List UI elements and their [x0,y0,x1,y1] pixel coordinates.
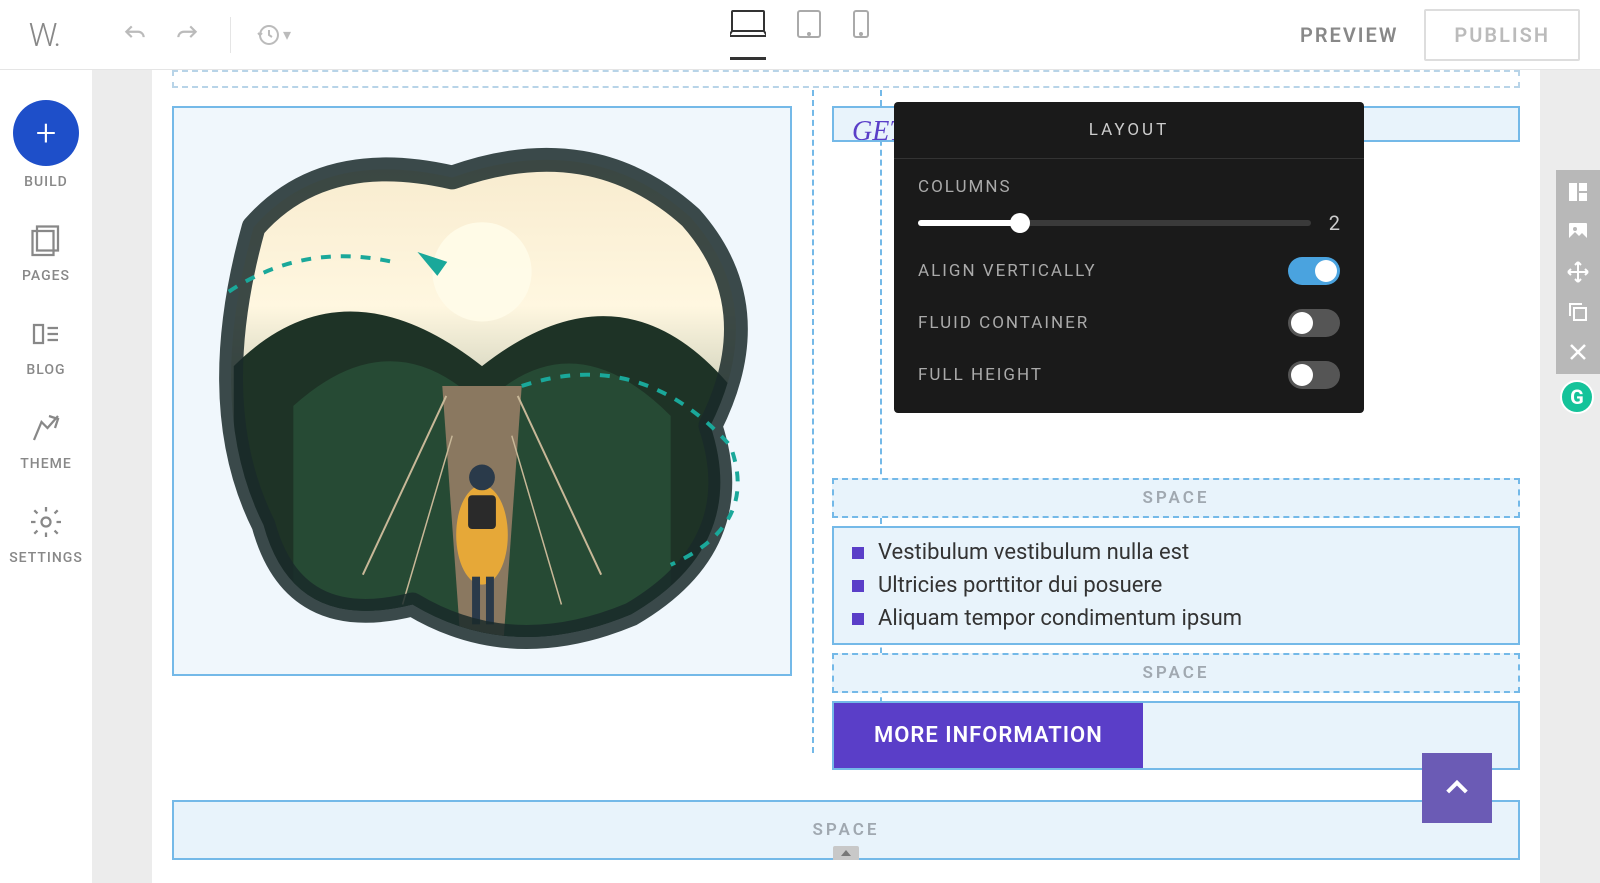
bullet-icon [852,580,864,592]
sidebar-settings[interactable]: SETTINGS [9,502,83,566]
spacer-element[interactable]: SPACE [832,653,1520,693]
sidebar-blog[interactable]: BLOG [26,314,66,378]
canvas-area: GET TO KNOW ME SPACE Vestibulum vestibul… [92,70,1600,883]
space-label: SPACE [852,663,1500,683]
align-vertically-label: ALIGN VERTICALLY [918,261,1097,281]
divider [230,17,231,53]
section-outline[interactable] [172,70,1520,88]
list-element[interactable]: Vestibulum vestibulum nulla est Ultricie… [832,526,1520,645]
list-item: Aliquam tempor condimentum ipsum [852,602,1500,635]
button-element[interactable]: MORE INFORMATION [832,701,1520,770]
fluid-container-label: FLUID CONTAINER [918,313,1089,333]
close-icon[interactable] [1566,340,1590,364]
hero-image-element[interactable] [172,106,792,676]
element-mini-toolbar [1556,170,1600,374]
scroll-to-top-button[interactable] [1422,753,1492,823]
publish-button[interactable]: PUBLISH [1424,9,1580,61]
top-toolbar: W. ▾ PREVIEW PUBLISH [0,0,1600,70]
sidebar-pages[interactable]: PAGES [22,220,70,284]
image-icon[interactable] [1566,220,1590,244]
blog-icon [26,314,66,354]
redo-icon[interactable] [170,18,204,52]
more-info-button[interactable]: MORE INFORMATION [834,703,1143,768]
list-item: Ultricies porttitor dui posuere [852,569,1500,602]
full-height-toggle[interactable] [1288,361,1340,389]
spacer-element-full[interactable]: SPACE [172,800,1520,860]
grammarly-icon[interactable]: G [1560,380,1594,414]
device-switcher [730,9,870,60]
fluid-container-toggle[interactable] [1288,309,1340,337]
move-icon[interactable] [1566,260,1590,284]
spacer-element[interactable]: SPACE [832,478,1520,518]
device-desktop-icon[interactable] [730,9,766,60]
layout-icon[interactable] [1566,180,1590,204]
logo[interactable]: W. [20,11,68,59]
align-vertically-toggle[interactable] [1288,257,1340,285]
columns-slider[interactable] [918,220,1311,226]
gear-icon [26,502,66,542]
copy-icon[interactable] [1566,300,1590,324]
columns-value: 2 [1329,211,1340,235]
space-label: SPACE [813,820,880,840]
layout-popover: LAYOUT COLUMNS 2 ALIGN VERTICALLY FLUID … [894,102,1364,413]
plus-icon: + [13,100,79,166]
device-mobile-icon[interactable] [852,9,870,60]
sidebar-label: PAGES [22,268,70,284]
undo-icon[interactable] [118,18,152,52]
slider-thumb[interactable] [1010,213,1030,233]
space-label: SPACE [852,488,1500,508]
pages-icon [26,220,66,260]
sidebar-label: THEME [20,456,72,472]
bullet-icon [852,613,864,625]
sidebar-theme[interactable]: THEME [20,408,72,472]
preview-button[interactable]: PREVIEW [1300,23,1398,47]
sidebar-label: BLOG [26,362,65,378]
columns-label: COLUMNS [918,177,1340,197]
popover-title: LAYOUT [894,102,1364,159]
bullet-icon [852,547,864,559]
sidebar-label: BUILD [24,174,68,190]
resize-handle-icon[interactable] [833,846,859,860]
sidebar-build[interactable]: + BUILD [13,100,79,190]
sidebar-label: SETTINGS [9,550,83,566]
device-tablet-icon[interactable] [796,9,822,60]
left-sidebar: + BUILD PAGES BLOG THEME SETTINGS [0,70,92,883]
full-height-label: FULL HEIGHT [918,365,1043,385]
list-item: Vestibulum vestibulum nulla est [852,536,1500,569]
theme-icon [26,408,66,448]
history-icon[interactable]: ▾ [257,18,291,52]
